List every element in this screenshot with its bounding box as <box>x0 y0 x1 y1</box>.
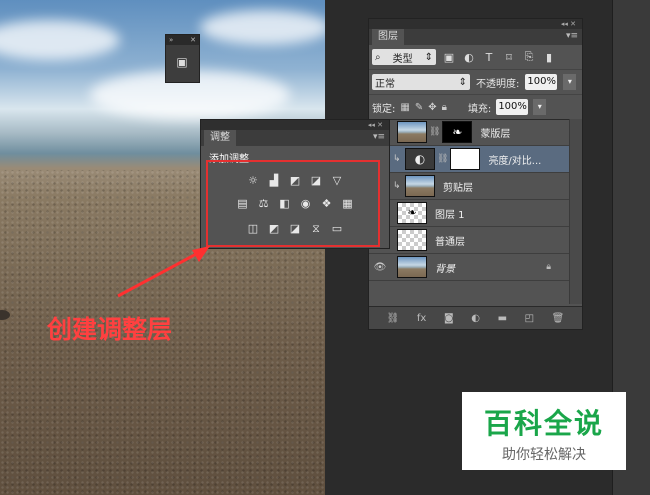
annotation-text: 创建调整层 <box>47 315 173 344</box>
watermark: 百科全说 助你轻松解决 <box>462 392 626 470</box>
arrow-head <box>192 246 210 262</box>
watermark-title: 百科全说 <box>483 407 604 440</box>
watermark-subtitle: 助你轻松解决 <box>502 447 586 463</box>
arrow-line <box>117 250 201 298</box>
